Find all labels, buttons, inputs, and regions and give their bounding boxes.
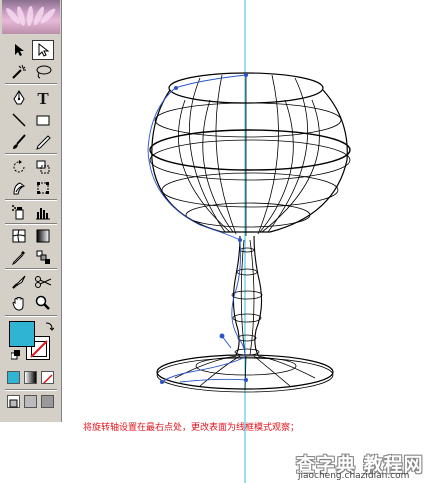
diagonal-line-icon bbox=[12, 113, 26, 127]
default-colors-icon[interactable] bbox=[11, 350, 21, 360]
profile-curve-base[interactable] bbox=[179, 378, 247, 383]
hand-icon bbox=[12, 297, 24, 311]
slice-tool[interactable] bbox=[8, 272, 30, 292]
type-tool[interactable]: T bbox=[32, 88, 54, 108]
standard-screen-mode-button[interactable] bbox=[7, 395, 20, 408]
warp-tool[interactable] bbox=[8, 178, 30, 198]
blend-icon bbox=[36, 250, 50, 264]
eyedropper-icon bbox=[11, 251, 25, 265]
bowl-latitude bbox=[161, 172, 339, 208]
bowl-latitude bbox=[149, 129, 351, 171]
scale-tool[interactable] bbox=[32, 157, 54, 177]
black-arrow-icon bbox=[15, 44, 24, 56]
pencil-tool[interactable] bbox=[32, 132, 54, 152]
window-icon bbox=[9, 399, 18, 408]
magnifier-icon bbox=[35, 295, 50, 310]
rectangle-tool[interactable] bbox=[32, 110, 54, 130]
toolbox-logo-image bbox=[2, 0, 60, 34]
bowl-latitude bbox=[149, 139, 351, 181]
free-transform-icon bbox=[37, 182, 49, 194]
type-T-icon: T bbox=[37, 88, 49, 108]
scale-icon bbox=[36, 160, 50, 174]
bar-graph-icon bbox=[36, 208, 50, 220]
full-screen-menu-mode-button[interactable] bbox=[24, 395, 37, 408]
toolbox-divider bbox=[5, 199, 57, 201]
rectangle-icon bbox=[36, 115, 50, 126]
toolbox-divider bbox=[5, 83, 57, 85]
toolbox-divider bbox=[5, 389, 57, 391]
fill-color-swatch[interactable] bbox=[9, 321, 35, 347]
symbol-sprayer-icon bbox=[12, 205, 24, 220]
anchor-point[interactable] bbox=[243, 72, 249, 78]
pencil-icon bbox=[36, 135, 51, 150]
anchor-point[interactable] bbox=[237, 237, 243, 243]
gradient-mode-button[interactable] bbox=[24, 371, 37, 384]
lasso-tool[interactable] bbox=[32, 62, 54, 82]
magic-wand-tool[interactable] bbox=[8, 62, 30, 82]
column-graph-tool[interactable] bbox=[32, 202, 54, 222]
gradient-tool[interactable] bbox=[32, 226, 54, 246]
full-screen-mode-button[interactable] bbox=[41, 395, 54, 408]
anchor-point[interactable] bbox=[173, 85, 179, 91]
stem-ring bbox=[237, 334, 257, 342]
line-tool[interactable] bbox=[8, 110, 30, 130]
toolbox-divider bbox=[5, 315, 57, 317]
warp-icon bbox=[13, 182, 26, 195]
direct-selection-tool[interactable] bbox=[32, 40, 54, 60]
slice-knife-icon bbox=[12, 275, 26, 289]
lasso-icon bbox=[36, 65, 52, 79]
bowl-latitude bbox=[154, 102, 342, 138]
stem-meridian bbox=[249, 239, 255, 356]
toolbox-divider bbox=[5, 223, 57, 225]
rotate-icon bbox=[13, 160, 25, 173]
brush-icon bbox=[13, 134, 26, 149]
anchor-point[interactable] bbox=[219, 333, 225, 339]
eyedropper-tool[interactable] bbox=[8, 247, 30, 267]
scissors-tool[interactable] bbox=[32, 272, 54, 292]
stem-meridian bbox=[240, 239, 246, 356]
free-transform-tool[interactable] bbox=[32, 178, 54, 198]
stem-ring bbox=[232, 313, 262, 323]
wine-glass-wireframe bbox=[149, 72, 351, 393]
stem-ring bbox=[234, 348, 260, 356]
selected-profile-path[interactable] bbox=[147, 72, 249, 385]
scissors-icon bbox=[35, 276, 52, 288]
none-mode-button[interactable] bbox=[41, 371, 54, 384]
mesh-tool[interactable] bbox=[8, 226, 30, 246]
toolbox-divider bbox=[5, 153, 57, 155]
paintbrush-tool[interactable] bbox=[8, 132, 30, 152]
stem-ring bbox=[231, 290, 263, 300]
selection-tool[interactable] bbox=[8, 40, 30, 60]
stem-ring bbox=[239, 247, 255, 253]
swap-fill-stroke-icon[interactable] bbox=[44, 321, 54, 331]
zoom-tool[interactable] bbox=[32, 293, 54, 313]
white-arrow-icon bbox=[38, 43, 49, 57]
none-slash-icon bbox=[42, 374, 53, 383]
tutorial-caption: 将旋转轴设置在最右点处，更改表面为线框模式观察； bbox=[83, 423, 300, 433]
gradient-icon bbox=[36, 229, 50, 243]
tools-panel: T bbox=[0, 0, 62, 422]
profile-curve[interactable] bbox=[147, 74, 247, 383]
blend-tool[interactable] bbox=[32, 247, 54, 267]
anchor-point[interactable] bbox=[243, 377, 249, 383]
bowl-meridian bbox=[259, 99, 294, 233]
pen-tool[interactable] bbox=[8, 88, 30, 108]
hand-tool[interactable] bbox=[8, 293, 30, 313]
magic-wand-icon bbox=[12, 64, 26, 79]
mesh-icon bbox=[12, 229, 26, 243]
rotate-tool[interactable] bbox=[8, 157, 30, 177]
pen-nib-icon bbox=[13, 90, 25, 105]
anchor-point[interactable] bbox=[159, 379, 165, 385]
watermark-url: jiaocheng.chazidian.com bbox=[298, 471, 410, 481]
color-mode-button[interactable] bbox=[7, 371, 20, 384]
glass-bowl-outline bbox=[151, 89, 348, 233]
toolbox-divider bbox=[5, 268, 57, 270]
site-watermark: 查字典 教程网 jiaocheng.chazidian.com bbox=[296, 450, 426, 483]
symbol-sprayer-tool[interactable] bbox=[8, 202, 30, 222]
artboard-canvas[interactable] bbox=[62, 0, 428, 483]
